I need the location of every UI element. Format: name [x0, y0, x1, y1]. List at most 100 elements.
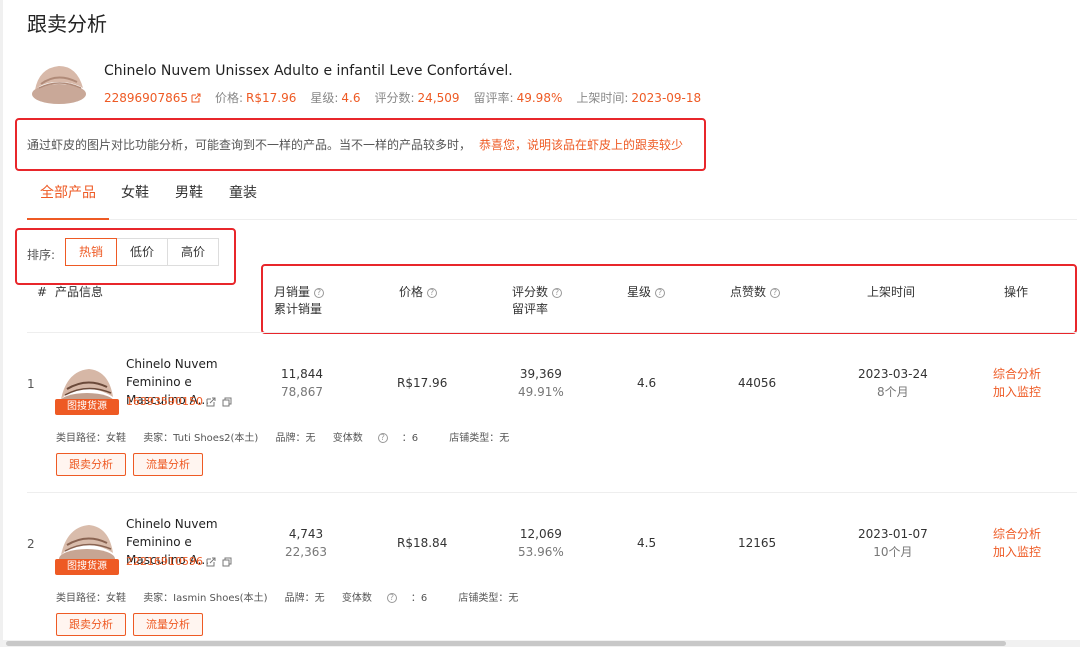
- listed-cell: 2023-01-07 10个月: [858, 525, 928, 561]
- rating-value: 4.6: [341, 90, 361, 105]
- listed-value: 2023-09-18: [631, 90, 702, 105]
- reviews-cell: 39,369 49.91%: [518, 365, 564, 401]
- image-search-badge[interactable]: 图搜货源: [55, 399, 119, 415]
- add-monitor-link[interactable]: 加入监控: [993, 383, 1041, 401]
- row-rank: 2: [27, 537, 35, 551]
- comprehensive-analysis-link[interactable]: 综合分析: [993, 365, 1041, 383]
- external-link-icon[interactable]: [206, 557, 216, 567]
- variants-label: 变体数: [341, 593, 372, 604]
- traffic-analysis-button[interactable]: 流量分析: [133, 613, 203, 636]
- row-product-id: 16393590150: [126, 395, 232, 408]
- sort-options: 热销 低价 高价: [65, 238, 220, 266]
- listed-date: 2023-03-24: [858, 367, 928, 381]
- ops-cell: 综合分析 加入监控: [993, 525, 1041, 561]
- tab-kids-clothing[interactable]: 童装: [229, 182, 257, 220]
- monthly-sales: 11,844: [281, 367, 323, 381]
- likes-cell: 12165: [738, 536, 777, 550]
- question-circle-icon[interactable]: ?: [655, 287, 666, 298]
- monthly-sales: 4,743: [288, 527, 324, 541]
- review-rate-header: 留评率: [512, 302, 549, 316]
- reviews-count: 12,069: [519, 527, 562, 541]
- listed-label: 上架时间:: [576, 91, 629, 105]
- follow-sell-analysis-button[interactable]: 跟卖分析: [56, 453, 126, 476]
- question-circle-icon[interactable]: ?: [314, 287, 325, 298]
- column-header-box: [261, 264, 1077, 334]
- col-header-sales[interactable]: 月销量? 累计销量: [274, 284, 325, 318]
- product-image: [32, 66, 86, 104]
- copy-icon[interactable]: [222, 557, 232, 567]
- listed-age: 8个月: [877, 385, 909, 399]
- reviews-value: 24,509: [417, 90, 460, 105]
- notice-highlight: 恭喜您，说明该品在虾皮上的跟卖较少: [479, 138, 684, 152]
- notice-box: 通过虾皮的图片对比功能分析，可能查询到不一样的产品。当不一样的产品较多时， 恭喜您…: [15, 118, 706, 171]
- listed-date: 2023-01-07: [858, 527, 928, 541]
- row-product-id-link[interactable]: 16393590150: [126, 395, 203, 408]
- col-header-info: 产品信息: [55, 285, 104, 299]
- tab-all-products[interactable]: 全部产品: [27, 182, 109, 220]
- category-tabs: 全部产品 女鞋 男鞋 童装: [27, 182, 1077, 220]
- question-circle-icon[interactable]: ?: [427, 287, 438, 298]
- reviews-label: 评分数:: [374, 91, 415, 105]
- product-id-link[interactable]: 22896907865: [104, 91, 188, 105]
- follow-sell-analysis-button[interactable]: 跟卖分析: [56, 613, 126, 636]
- tab-mens-shoes[interactable]: 男鞋: [175, 182, 203, 220]
- col-header-actions: 操作: [1004, 285, 1029, 299]
- sort-high-price-button[interactable]: 高价: [167, 238, 220, 266]
- sort-low-price-button[interactable]: 低价: [116, 238, 169, 266]
- sort-hot-button[interactable]: 热销: [65, 238, 118, 266]
- copy-icon[interactable]: [222, 397, 232, 407]
- shop-type: 店铺类型：无: [458, 593, 519, 604]
- seller: 卖家：Iasmin Shoes(本土): [143, 593, 268, 604]
- image-search-badge[interactable]: 图搜货源: [55, 559, 119, 575]
- row-product-id-link[interactable]: 22216910596: [126, 555, 203, 568]
- product-header: Chinelo Nuvem Unissex Adulto e infantil …: [27, 56, 1067, 116]
- ops-cell: 综合分析 加入监控: [993, 365, 1041, 401]
- sort-label: 排序:: [27, 248, 56, 262]
- table-row: 2 图搜货源 Chinelo Nuvem Feminino e Masculin…: [27, 492, 1077, 642]
- traffic-analysis-button[interactable]: 流量分析: [133, 453, 203, 476]
- external-link-icon[interactable]: [206, 397, 216, 407]
- reviews-header: 评分数: [512, 285, 549, 299]
- review-rate-label: 留评率:: [473, 91, 514, 105]
- notice-text: 通过虾皮的图片对比功能分析，可能查询到不一样的产品。当不一样的产品较多时，: [27, 138, 472, 152]
- col-header-hash: #: [37, 285, 48, 299]
- horizontal-scrollbar[interactable]: [3, 640, 1080, 647]
- table-row: 1 图搜货源 Chinelo Nuvem Feminino e Masculin…: [27, 332, 1077, 492]
- comprehensive-analysis-link[interactable]: 综合分析: [993, 525, 1041, 543]
- scrollbar-thumb[interactable]: [6, 641, 1006, 646]
- rating-cell: 4.5: [637, 536, 657, 550]
- rating-label: 星级:: [310, 91, 339, 105]
- listed-cell: 2023-03-24 8个月: [858, 365, 928, 401]
- col-header-price[interactable]: 价格?: [399, 284, 438, 301]
- tab-womens-shoes[interactable]: 女鞋: [121, 182, 149, 220]
- likes-cell: 44056: [738, 376, 777, 390]
- product-name[interactable]: Chinelo Nuvem Unissex Adulto e infantil …: [104, 63, 513, 79]
- sales-cell: 4,743 22,363: [285, 525, 327, 561]
- question-circle-icon[interactable]: ?: [386, 593, 397, 603]
- row-meta: 类目路径：女鞋 卖家：Iasmin Shoes(本土) 品牌：无 变体数? ：6 …: [56, 589, 532, 604]
- question-circle-icon[interactable]: ?: [770, 287, 781, 298]
- col-header-reviews[interactable]: 评分数? 留评率: [512, 284, 563, 318]
- reviews-count: 39,369: [519, 367, 562, 381]
- row-rank: 1: [27, 377, 35, 391]
- add-monitor-link[interactable]: 加入监控: [993, 543, 1041, 561]
- sort-box: 排序: 热销 低价 高价: [15, 228, 236, 285]
- brand: 品牌：无: [284, 593, 325, 604]
- row-product-id: 22216910596: [126, 555, 232, 568]
- review-rate: 53.96%: [518, 545, 564, 559]
- total-sales: 78,867: [281, 385, 323, 399]
- monthly-sales-header: 月销量: [274, 285, 311, 299]
- question-circle-icon[interactable]: ?: [552, 287, 563, 298]
- variants-label: 变体数: [332, 433, 363, 444]
- col-header-rating[interactable]: 星级?: [627, 284, 666, 301]
- variants: 变体数? ：6: [333, 433, 432, 444]
- price-cell: R$17.96: [397, 376, 448, 390]
- rating-header: 星级: [627, 285, 652, 299]
- price-header: 价格: [399, 285, 424, 299]
- external-link-icon[interactable]: [191, 93, 201, 103]
- question-circle-icon[interactable]: ?: [377, 433, 388, 443]
- col-header-likes[interactable]: 点赞数?: [730, 284, 781, 301]
- review-rate-value: 49.98%: [516, 90, 563, 105]
- variants-value: ：6: [401, 433, 419, 444]
- category-path: 类目路径：女鞋: [56, 433, 126, 444]
